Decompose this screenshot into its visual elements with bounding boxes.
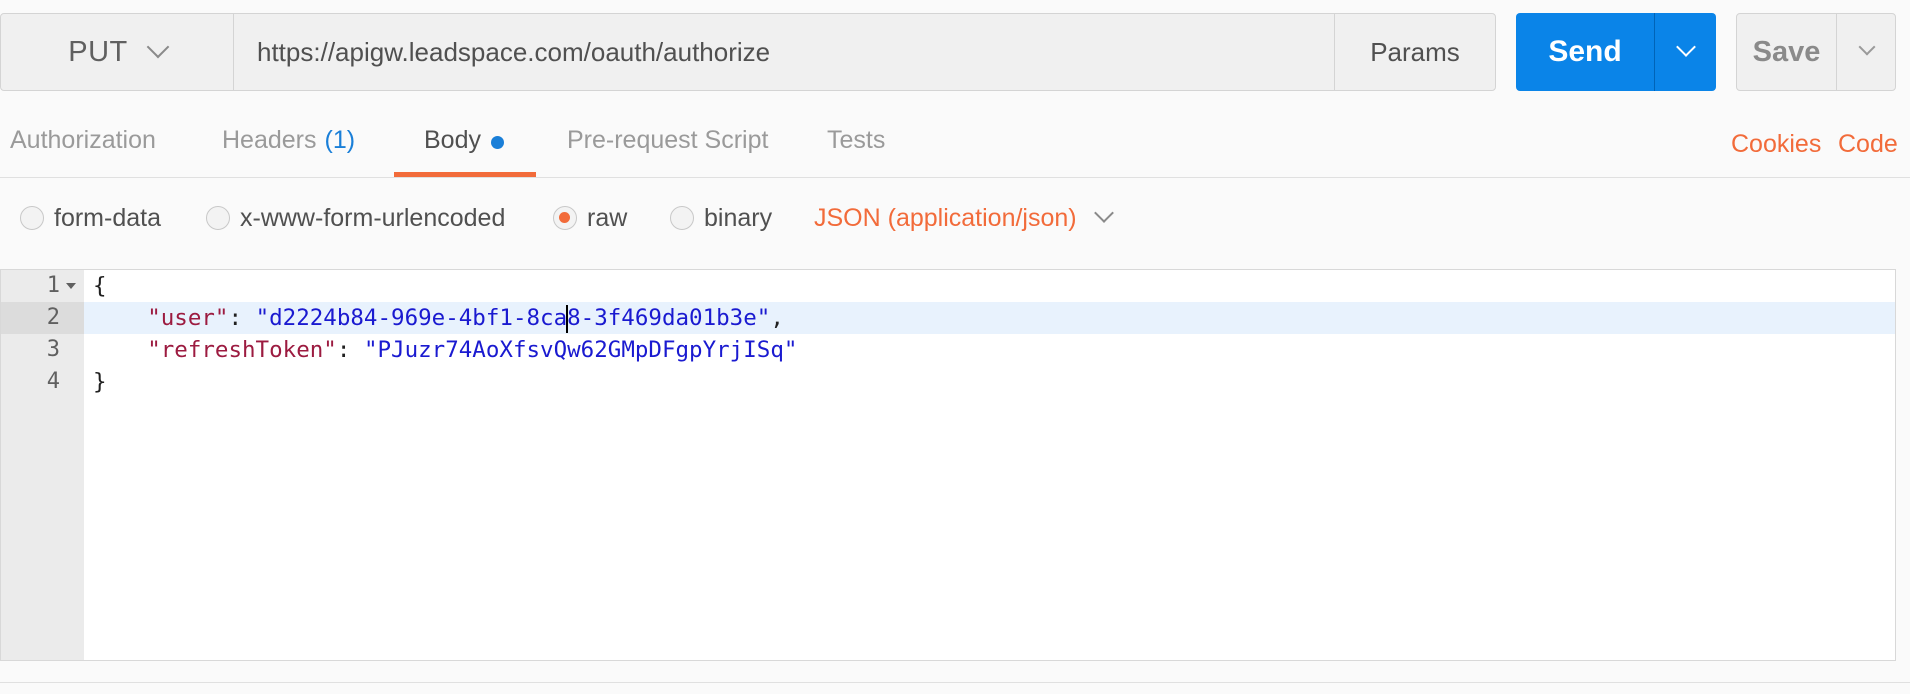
headers-count-badge: (1) [324, 126, 356, 154]
chevron-down-icon [1858, 38, 1875, 56]
tab-prerequest-script[interactable]: Pre-request Script [567, 118, 768, 178]
code-link[interactable]: Code [1838, 130, 1898, 159]
radio-binary-label: binary [704, 203, 773, 232]
radio-button[interactable] [20, 206, 44, 230]
json-value-user-part2: 8-3f469da01b3e" [567, 305, 771, 331]
save-button[interactable]: Save [1737, 14, 1836, 90]
content-type-dropdown[interactable]: JSON (application/json) [814, 198, 1114, 238]
close-brace: } [93, 369, 107, 395]
tab-tests-label: Tests [827, 126, 886, 154]
tab-authorization-label: Authorization [10, 126, 156, 154]
json-value-user-part1: "d2224b84-969e-4bf1-8ca [255, 305, 568, 331]
radio-urlencoded[interactable]: x-www-form-urlencoded [206, 198, 505, 238]
comma: , [770, 305, 784, 331]
body-editor[interactable]: 1 { 2 "user": "d2224b84-969e-4bf1-8ca8-3… [0, 269, 1896, 661]
code-line: } [93, 366, 107, 398]
method-label: PUT [68, 35, 128, 68]
save-button-group: Save [1736, 13, 1896, 91]
radio-urlencoded-label: x-www-form-urlencoded [240, 203, 506, 232]
radio-button-checked[interactable] [553, 206, 577, 230]
code-line: "user": "d2224b84-969e-4bf1-8ca8-3f469da… [93, 302, 784, 334]
tab-headers-label: Headers [222, 126, 317, 154]
radio-form-data-label: form-data [54, 203, 161, 232]
json-key-refresh-token: "refreshToken" [147, 337, 337, 363]
fold-arrow-icon[interactable] [66, 283, 76, 289]
active-tab-indicator [394, 172, 536, 177]
params-label: Params [1370, 36, 1460, 67]
cookies-link[interactable]: Cookies [1731, 130, 1821, 159]
save-options-button[interactable] [1836, 14, 1896, 90]
body-type-selector: form-data x-www-form-urlencoded raw bina… [0, 198, 1910, 238]
json-key-user: "user" [147, 305, 229, 331]
open-brace: { [93, 273, 107, 299]
editor-line: 4 } [1, 366, 1895, 398]
content-type-label: JSON (application/json) [814, 203, 1077, 232]
request-bar: PUT Params Send Save [0, 13, 1910, 91]
tab-authorization[interactable]: Authorization [10, 118, 156, 178]
line-number: 4 [46, 369, 60, 394]
params-button[interactable]: Params [1334, 14, 1495, 90]
radio-button[interactable] [670, 206, 694, 230]
divider [0, 682, 1910, 683]
unsaved-dot-icon [490, 136, 504, 149]
tab-tests[interactable]: Tests [827, 118, 885, 178]
line-number: 2 [1, 302, 84, 334]
editor-line: 1 { [1, 270, 1895, 302]
radio-binary[interactable]: binary [670, 198, 772, 238]
radio-form-data[interactable]: form-data [20, 198, 161, 238]
colon: : [336, 337, 364, 363]
radio-raw[interactable]: raw [553, 198, 627, 238]
tab-headers[interactable]: Headers (1) [222, 118, 355, 178]
colon: : [228, 305, 256, 331]
editor-line-active: 2 "user": "d2224b84-969e-4bf1-8ca8-3f469… [1, 302, 1895, 334]
chevron-down-icon [1093, 203, 1114, 223]
send-options-button[interactable] [1654, 13, 1716, 91]
url-input[interactable] [234, 14, 1334, 90]
send-button[interactable]: Send [1516, 13, 1654, 91]
request-tabs: Authorization Headers (1) Body Pre-reque… [0, 118, 1910, 178]
method-selector[interactable]: PUT [1, 14, 234, 90]
chevron-down-icon [146, 35, 170, 59]
editor-line: 3 "refreshToken": "PJuzr74AoXfsvQw62GMpD… [1, 334, 1895, 366]
line-number: 3 [46, 337, 60, 362]
code-line: { [93, 270, 107, 302]
radio-button[interactable] [206, 206, 230, 230]
chevron-down-icon [1675, 37, 1696, 57]
send-button-group: Send [1516, 13, 1716, 91]
method-url-group: PUT Params [0, 13, 1496, 91]
json-value-refresh-token: "PJuzr74AoXfsvQw62GMpDFgpYrjISq" [363, 337, 798, 363]
radio-raw-label: raw [587, 203, 628, 232]
code-line: "refreshToken": "PJuzr74AoXfsvQw62GMpDFg… [93, 334, 797, 366]
tab-body-label: Body [424, 126, 481, 154]
tab-body[interactable]: Body [424, 118, 504, 178]
tab-prerequest-label: Pre-request Script [567, 126, 769, 154]
